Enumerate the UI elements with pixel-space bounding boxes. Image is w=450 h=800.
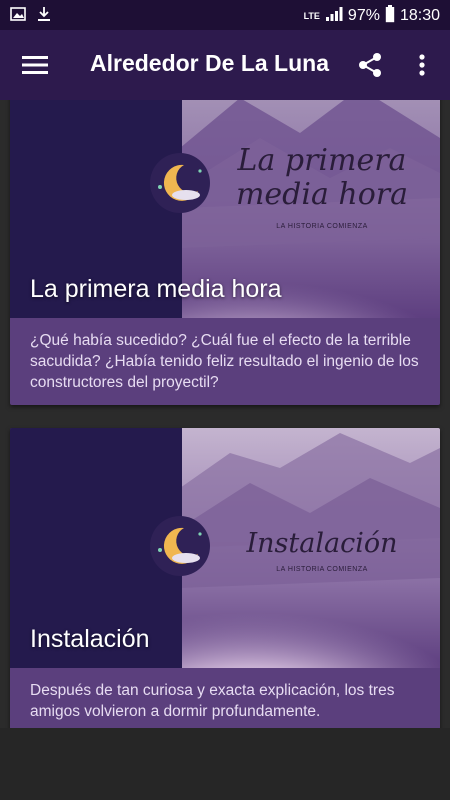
art-title: La primera media hora xyxy=(235,143,409,212)
menu-icon[interactable] xyxy=(18,48,52,82)
art-subtitle: LA HISTORIA COMIENZA xyxy=(276,566,368,573)
moon-logo-icon xyxy=(150,153,210,213)
more-vert-icon[interactable] xyxy=(405,48,439,82)
moon-logo-icon xyxy=(150,516,210,576)
chapter-list[interactable]: La primera media hora LA HISTORIA COMIEN… xyxy=(0,100,450,728)
status-bar: LTE 97% 18:30 xyxy=(0,0,450,30)
clock: 18:30 xyxy=(399,7,440,24)
navigation-bar xyxy=(0,728,450,800)
network-type: LTE xyxy=(303,11,320,21)
chapter-title: Instalación xyxy=(30,625,150,653)
art-subtitle: LA HISTORIA COMIENZA xyxy=(276,223,368,230)
image-icon xyxy=(10,6,26,26)
battery-icon xyxy=(385,5,395,27)
download-icon xyxy=(36,6,52,26)
app-title: Alrededor De La Luna xyxy=(90,50,329,76)
chapter-description: Después de tan curiosa y exacta explicac… xyxy=(30,682,395,720)
chapter-card[interactable]: La primera media hora LA HISTORIA COMIEN… xyxy=(10,100,440,405)
signal-icon xyxy=(325,6,343,26)
battery-level: 97% xyxy=(347,7,380,24)
share-icon[interactable] xyxy=(353,48,387,82)
app-bar: Alrededor De La Luna xyxy=(0,30,450,100)
chapter-description: ¿Qué había sucedido? ¿Cuál fue el efecto… xyxy=(30,332,419,391)
chapter-cover-image: La primera media hora LA HISTORIA COMIEN… xyxy=(10,100,440,318)
chapter-title: La primera media hora xyxy=(30,275,282,303)
chapter-card[interactable]: Instalación LA HISTORIA COMIENZA Instala… xyxy=(10,428,440,728)
chapter-cover-image: Instalación LA HISTORIA COMIENZA Instala… xyxy=(10,428,440,668)
art-title: Instalación xyxy=(246,528,398,559)
